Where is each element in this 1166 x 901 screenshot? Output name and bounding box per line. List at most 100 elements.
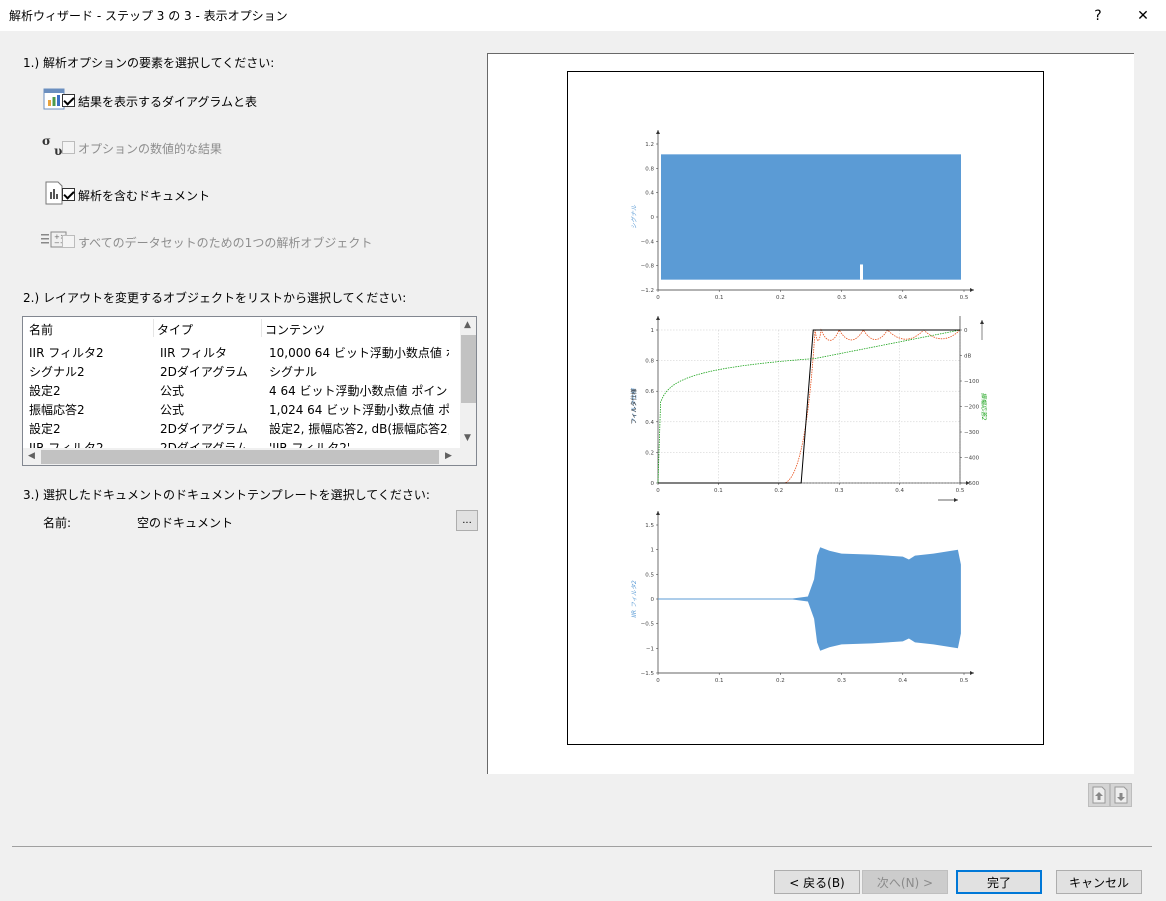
x-tick-label: 0.2 — [776, 295, 785, 301]
x-tick-label: 0.3 — [835, 488, 844, 494]
x-tick-label: 0.1 — [715, 678, 724, 684]
preview-charts: 1.20.80.40−0.4−0.8−1.20 0.1 0.2 0.3 0.4 0.5シグ… — [630, 130, 988, 684]
preview-pane: 1.2 0.8 0.4 0 −0.4 −0.8 −1.2 0 0.1 0.2 0.3 0.4 0.5 シグ… — [487, 53, 1134, 774]
svg-text:σ: σ — [42, 134, 51, 148]
x-tick-label: 0.2 — [776, 678, 785, 684]
scroll-down-icon[interactable]: ▼ — [464, 433, 471, 443]
y-tick-label: 0 — [651, 597, 655, 603]
help-button[interactable]: ? — [1075, 0, 1121, 31]
preview-page: 1.2 0.8 0.4 0 −0.4 −0.8 −1.2 0 0.1 0.2 0.3 0.4 0.5 シグ… — [567, 71, 1044, 745]
y-tick-label: 1.2 — [645, 142, 654, 148]
vertical-scrollbar[interactable]: ▲ ▼ — [460, 317, 476, 448]
template-name-label: 名前: — [43, 516, 72, 530]
column-contents[interactable]: コンテンツ — [265, 321, 445, 338]
x-tick-label: 0.2 — [774, 488, 783, 494]
list-item[interactable]: シグナル2 2Dダイアグラム シグナル — [23, 361, 460, 380]
page-up-icon — [1092, 786, 1106, 804]
list-item[interactable]: 振幅応答2 公式 1,024 64 ビット浮動小数点値 ポイン… — [23, 399, 460, 418]
section1-label: 1.) 解析オプションの要素を選択してください: — [23, 56, 275, 70]
x-tick-label: 0.5 — [960, 678, 969, 684]
cancel-button[interactable]: キャンセル — [1056, 870, 1142, 894]
list-header: 名前 タイプ コンテンツ — [23, 317, 460, 339]
option-numeric-label: オプションの数値的な結果 — [78, 142, 223, 156]
object-list[interactable]: 名前 タイプ コンテンツ IIR フィルタ2 IIR フィルタ 10,000 6… — [22, 316, 477, 466]
y2-tick-label: dB — [964, 354, 971, 360]
list-item[interactable]: 設定2 公式 4 64 ビット浮動小数点値 ポイントの… — [23, 380, 460, 399]
x-tick-label: 0.3 — [837, 678, 846, 684]
y-tick-label: −0.8 — [641, 264, 655, 270]
x-tick-label: 0.5 — [956, 488, 965, 494]
option-document-label: 解析を含むドキュメント — [78, 189, 211, 203]
y2-tick-label: 0 — [964, 328, 968, 334]
finish-button[interactable]: 完了 — [956, 870, 1042, 894]
back-button[interactable]: < 戻る(B) — [774, 870, 860, 894]
column-name[interactable]: 名前 — [29, 321, 153, 338]
option-numeric-checkbox[interactable] — [62, 141, 75, 154]
x-tick-label: 0 — [656, 488, 660, 494]
signal-band — [661, 154, 961, 280]
filter-spec-line — [658, 329, 960, 484]
section2-label: 2.) レイアウトを変更するオブジェクトをリストから選択してください: — [23, 291, 407, 305]
y-tick-label: 0.8 — [645, 359, 654, 365]
y-axis-label-dark: フィルタ仕様 — [630, 389, 638, 425]
browse-template-button[interactable]: ... — [456, 510, 478, 531]
option-single-object-checkbox[interactable] — [62, 235, 75, 248]
y-tick-label: −1.2 — [641, 288, 654, 294]
x-tick-label: 0.1 — [714, 488, 723, 494]
y-tick-label: 0.5 — [645, 572, 654, 578]
scroll-right-icon[interactable]: ▶ — [445, 451, 452, 461]
x-tick-label: 0.4 — [898, 678, 907, 684]
horizontal-scrollbar[interactable]: ◀ ▶ — [23, 448, 476, 465]
list-item[interactable]: IIR フィルタ2 IIR フィルタ 10,000 64 ビット浮動小数点値 ポ… — [23, 342, 460, 361]
x-tick-label: 0.5 — [960, 295, 969, 301]
amplitude-line — [657, 329, 961, 484]
y2-tick-label: −400 — [964, 456, 980, 462]
next-button[interactable]: 次へ(N) > — [862, 870, 948, 894]
y-tick-label: 0 — [651, 215, 655, 221]
y2-axis-label: 振幅応答2 — [980, 393, 988, 421]
y-tick-label: 0.8 — [645, 166, 654, 172]
y-axis-arrow — [656, 511, 660, 515]
prev-page-button[interactable] — [1088, 783, 1110, 807]
option-diagrams-checkbox[interactable] — [62, 94, 75, 107]
scroll-left-icon[interactable]: ◀ — [28, 451, 35, 461]
y2-tick-label: −500 — [964, 481, 980, 487]
option-document-checkbox[interactable] — [62, 188, 75, 201]
column-type[interactable]: タイプ — [157, 321, 261, 338]
horizontal-scroll-thumb[interactable] — [41, 450, 439, 464]
y-axis-arrow — [656, 316, 660, 320]
template-name-value: 空のドキュメント — [137, 516, 234, 530]
y-tick-label: 0.2 — [645, 450, 654, 456]
x-tick-label: 0 — [656, 678, 660, 684]
y-tick-label: 0.4 — [645, 420, 654, 426]
close-button[interactable]: ✕ — [1120, 0, 1166, 31]
x-tick-label: 0.3 — [837, 295, 846, 301]
y-tick-label: 0 — [651, 481, 655, 487]
y-axis-arrow — [656, 130, 660, 134]
x-indicator-arrow — [954, 498, 958, 502]
option-single-object-label: すべてのデータセットのための1つの解析オブジェクト — [78, 236, 373, 250]
option-diagrams-label: 結果を表示するダイアグラムと表 — [78, 95, 258, 109]
y-tick-label: 1.5 — [645, 523, 654, 529]
x-axis-arrow — [970, 671, 974, 675]
db-line — [658, 328, 961, 484]
page-down-icon — [1114, 786, 1128, 804]
title-bar: 解析ウィザード - ステップ 3 の 3 - 表示オプション ? ✕ — [0, 0, 1166, 31]
y2-arrow — [980, 320, 984, 324]
filter-chart: 10.80.60.40.200 0.1 0.2 0.3 0.4 0.5フィルタ仕様0dB−… — [630, 316, 988, 502]
x-tick-label: 0.4 — [898, 295, 907, 301]
y2-tick-label: −200 — [964, 405, 980, 411]
vertical-scroll-thumb[interactable] — [461, 335, 476, 403]
next-page-button[interactable] — [1110, 783, 1132, 807]
y-tick-label: −0.5 — [641, 622, 655, 628]
list-item[interactable]: 設定2 2Dダイアグラム 設定2, 振幅応答2, dB(振幅応答2, … — [23, 418, 460, 437]
y-tick-label: 0.6 — [645, 389, 654, 395]
y-tick-label: −1 — [646, 646, 654, 652]
scroll-up-icon[interactable]: ▲ — [464, 320, 471, 330]
separator — [12, 846, 1152, 847]
y-axis-label: シグナル — [630, 204, 638, 229]
signal-gap — [860, 264, 863, 280]
y-tick-label: 1 — [651, 328, 655, 334]
section3-label: 3.) 選択したドキュメントのドキュメントテンプレートを選択してください: — [23, 488, 430, 502]
list-item[interactable]: IIR フィルタ2 2Dダイアグラム 'IIR フィルタ2' — [23, 437, 460, 448]
